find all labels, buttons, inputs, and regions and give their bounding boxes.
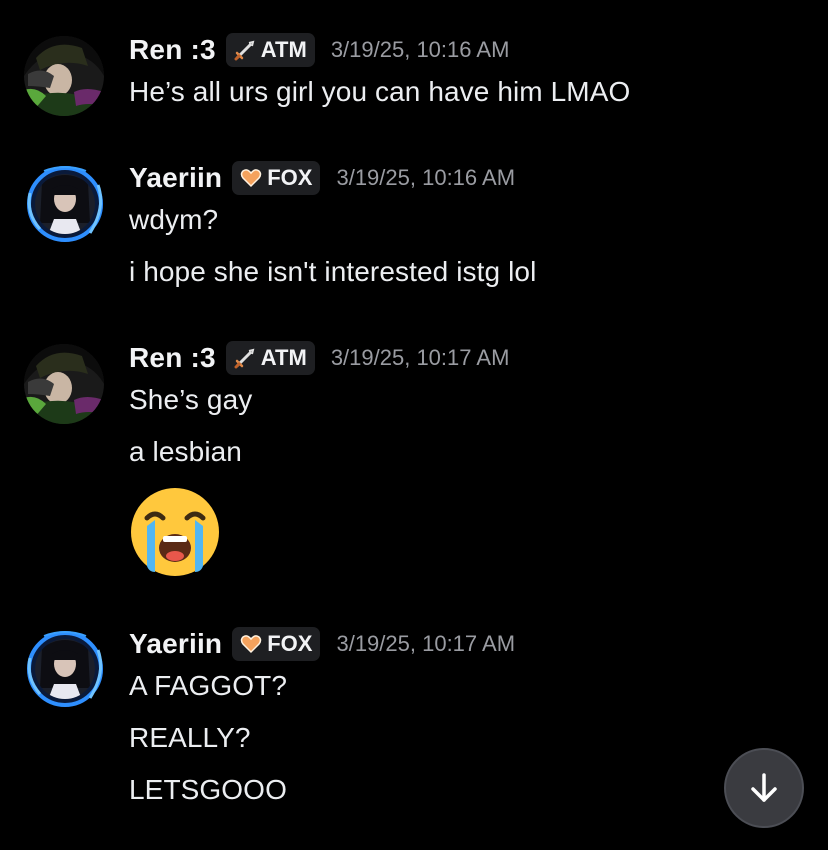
message-text: She’s gay: [129, 384, 253, 415]
message-text: wdym?: [129, 204, 219, 235]
timestamp: 3/19/25, 10:16 AM: [336, 165, 516, 190]
server-tag[interactable]: ATM: [225, 33, 315, 67]
avatar[interactable]: [24, 628, 104, 708]
avatar-image: [27, 631, 103, 707]
message-text: a lesbian: [129, 436, 242, 467]
avatar-image: [27, 166, 103, 242]
timestamp: 3/19/25, 10:17 AM: [330, 345, 510, 370]
message-text: i hope she isn't interested istg lol: [129, 256, 537, 287]
jump-to-present-button[interactable]: [724, 748, 804, 828]
message-text: REALLY?: [129, 722, 251, 753]
avatar[interactable]: [24, 36, 104, 116]
avatar-image: [24, 36, 104, 116]
message-text: LETSGOOO: [129, 774, 287, 805]
message-header: Yaeriin FOX 3/19/25, 10:16 AM: [129, 158, 515, 198]
sword-icon: [234, 40, 255, 61]
username[interactable]: Ren :3: [129, 34, 216, 66]
message-header: Ren :3 ATM 3/19/25, 10:16 AM: [129, 30, 509, 70]
username[interactable]: Ren :3: [129, 342, 216, 374]
server-tag-label: ATM: [260, 37, 307, 62]
timestamp: 3/19/25, 10:16 AM: [330, 37, 510, 62]
avatar[interactable]: [24, 163, 104, 243]
server-tag[interactable]: ATM: [225, 341, 315, 375]
server-tag[interactable]: FOX: [232, 161, 321, 195]
sword-icon: [234, 348, 255, 369]
server-tag-label: FOX: [267, 165, 313, 190]
username[interactable]: Yaeriin: [129, 628, 222, 660]
avatar[interactable]: [24, 344, 104, 424]
chat-message-list: Ren :3 ATM 3/19/25, 10:16 AM He’s all ur…: [0, 0, 828, 850]
message-text: He’s all urs girl you can have him LMAO: [129, 76, 631, 107]
arrow-down-icon: [751, 773, 777, 802]
loudly-crying-face-emoji[interactable]: [129, 486, 221, 578]
message-header: Ren :3 ATM 3/19/25, 10:17 AM: [129, 338, 509, 378]
timestamp: 3/19/25, 10:17 AM: [336, 631, 516, 656]
server-tag[interactable]: FOX: [232, 627, 321, 661]
server-tag-label: ATM: [260, 345, 307, 370]
server-tag-label: FOX: [267, 631, 313, 656]
heart-icon: [240, 635, 262, 654]
message-header: Yaeriin FOX 3/19/25, 10:17 AM: [129, 624, 515, 664]
username[interactable]: Yaeriin: [129, 162, 222, 194]
heart-icon: [240, 169, 262, 188]
message-text: A FAGGOT?: [129, 670, 288, 701]
avatar-image: [24, 344, 104, 424]
